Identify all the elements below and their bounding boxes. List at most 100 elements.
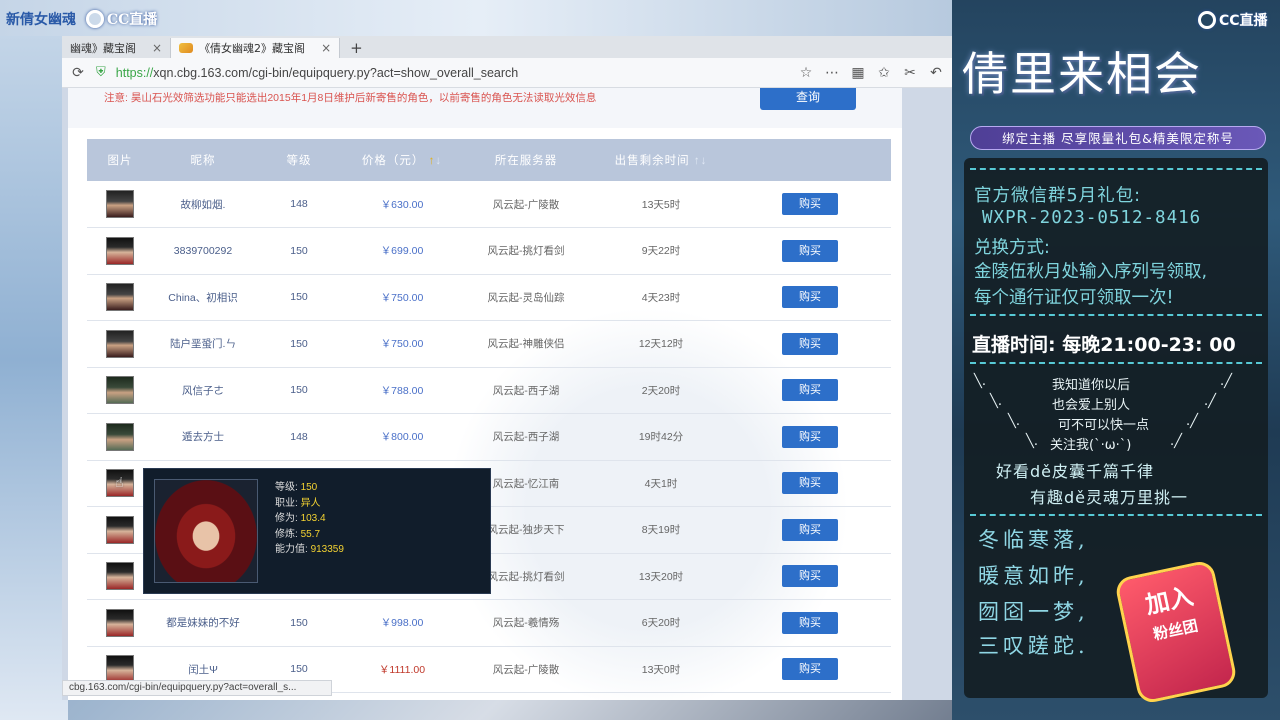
more-icon[interactable]: ⋯ — [824, 65, 840, 81]
tab-2[interactable]: 《倩女幽魂2》藏宝阁 × — [171, 38, 341, 58]
character-avatar[interactable] — [106, 329, 134, 358]
cell-price: ￥788.00 — [380, 384, 424, 397]
apps-grid-icon[interactable]: ▦ — [850, 65, 866, 81]
cell-name[interactable]: 3839700292 — [153, 228, 253, 275]
cell-time: 2天20时 — [641, 384, 681, 397]
cell-time: 4天1时 — [644, 477, 678, 490]
col-price[interactable]: 价格（元） ↑↓ — [345, 139, 459, 181]
cell-name[interactable]: China、初相识 — [153, 274, 253, 321]
reload-icon[interactable]: ⟳ — [70, 65, 86, 81]
character-avatar[interactable] — [106, 190, 134, 218]
sort-up-icon[interactable]: ↑ — [694, 155, 701, 167]
cc-logo-right-text: CC直播 — [1219, 13, 1268, 29]
buy-button[interactable]: 购买 — [782, 332, 838, 355]
cell-image — [87, 321, 153, 368]
cell-time: 8天19时 — [641, 524, 681, 537]
favorites-icon[interactable]: ✩ — [876, 65, 892, 81]
cell-action: 购买 — [729, 646, 891, 693]
poem-deco: ╲. — [990, 394, 1002, 409]
character-avatar[interactable] — [106, 422, 134, 451]
tab-1[interactable]: 幽魂》藏宝阁 × — [62, 38, 172, 58]
banner-subtitle: 绑定主播 尽享限量礼包&精美限定称号 — [970, 126, 1266, 150]
stat-class: 职业: 异人 — [275, 497, 321, 509]
cell-image — [87, 228, 153, 275]
buy-button[interactable]: 购买 — [782, 425, 838, 448]
cell-action: 购买 — [729, 600, 891, 647]
col-time[interactable]: 出售剩余时间 ↑↓ — [593, 139, 729, 181]
character-avatar[interactable] — [106, 608, 134, 637]
redeem-title: 兑换方式: — [974, 238, 1050, 258]
cell-image — [87, 414, 153, 461]
buy-button[interactable]: 购买 — [782, 518, 838, 541]
url-field[interactable]: https://xqn.cbg.163.com/cgi-bin/equipque… — [116, 66, 788, 80]
col-action — [729, 139, 891, 181]
cell-level: 150 — [290, 616, 308, 629]
table-row: 陆户垩蛩门.ㄣ 150 ￥750.00 风云起-神雕侠侣 12天12时 购买 — [87, 321, 891, 368]
verse-line-3: 囫囵一梦, — [978, 600, 1089, 624]
character-avatar[interactable] — [106, 562, 134, 591]
security-shield-icon[interactable]: ⛨ — [96, 65, 106, 80]
divider — [970, 514, 1262, 516]
scissors-icon[interactable]: ✂ — [902, 65, 918, 81]
cell-server: 风云起-西子湖 — [492, 384, 560, 397]
bookmark-star-icon[interactable]: ☆ — [798, 65, 814, 81]
cell-level: 150 — [290, 384, 308, 397]
sort-down-icon[interactable]: ↓ — [435, 155, 442, 167]
cell-name[interactable]: 陆户垩蛩门.ㄣ — [153, 321, 253, 368]
cell-server: 风云起-广陵散 — [492, 663, 560, 676]
cell-server: 风云起-西子湖 — [492, 431, 560, 444]
cell-name[interactable]: 故柳如烟. — [153, 181, 253, 228]
cell-name[interactable]: 风信子ㄜ — [153, 367, 253, 414]
buy-button[interactable]: 购买 — [782, 472, 838, 495]
undo-icon[interactable]: ↶ — [928, 65, 944, 81]
buy-button[interactable]: 购买 — [782, 658, 838, 681]
poem-deco: ╲. — [1008, 414, 1020, 429]
query-button[interactable]: 查询 — [760, 88, 856, 110]
col-server: 所在服务器 — [494, 155, 558, 167]
wechat-gift-title: 官方微信群5月礼包: — [974, 186, 1142, 206]
buy-button[interactable]: 购买 — [782, 379, 838, 402]
buy-button[interactable]: 购买 — [782, 565, 838, 588]
cell-action: 购买 — [729, 414, 891, 461]
poem-art: ╲. 我知道你以后 .╱ ╲. 也会爱上别人 .╱ ╲. 可不可以快一点 .╱ … — [974, 372, 1264, 468]
verse-line-2: 暖意如昨, — [978, 564, 1089, 588]
divider — [970, 362, 1262, 364]
col-level: 等级 — [286, 155, 312, 167]
col-time-label: 出售剩余时间 — [614, 155, 690, 167]
table-row: 故柳如烟. 148 ￥630.00 风云起-广陵散 13天5时 购买 — [87, 181, 891, 228]
cell-image — [87, 274, 153, 321]
buy-button[interactable]: 购买 — [782, 239, 838, 262]
buy-button[interactable]: 购买 — [782, 611, 838, 634]
character-avatar[interactable] — [106, 376, 134, 405]
verse-line-4: 三叹蹉跎. — [978, 634, 1089, 658]
stat-level: 等级: 150 — [275, 482, 318, 493]
cell-name[interactable]: 都是妹妹的不好 — [153, 600, 253, 647]
table-row: 都是妹妹的不好 150 ￥998.00 风云起-羲情殇 6天20时 购买 — [87, 600, 891, 647]
character-avatar[interactable] — [106, 236, 134, 265]
poem-deco: .╱ — [1170, 434, 1182, 449]
new-tab-button[interactable]: + — [340, 38, 373, 58]
character-avatar[interactable] — [106, 515, 134, 544]
buy-button[interactable]: 购买 — [782, 286, 838, 309]
cell-name[interactable]: 遁去方士 — [153, 414, 253, 461]
address-bar: ⟳ ⛨ https://xqn.cbg.163.com/cgi-bin/equi… — [62, 58, 952, 88]
tab-1-label: 幽魂》藏宝阁 — [70, 42, 136, 55]
gift-code: WXPR-2023-0512-8416 — [982, 208, 1202, 228]
table-row: 3839700292 150 ￥699.00 风云起-挑灯看剑 9天22时 购买 — [87, 228, 891, 275]
cell-time: 13天20时 — [638, 570, 684, 583]
slogan-line-2: 有趣dě灵魂万里挑一 — [1030, 488, 1189, 507]
cell-level: 150 — [290, 244, 308, 257]
verse-line-1: 冬临寒落, — [978, 528, 1089, 552]
buy-button[interactable]: 购买 — [782, 193, 838, 215]
cell-price: ￥800.00 — [380, 431, 424, 444]
cell-server: 风云起-灵岛仙踪 — [487, 291, 565, 304]
tab-strip: 幽魂》藏宝阁 × 《倩女幽魂2》藏宝阁 × + — [62, 36, 952, 58]
poem-line-1: 我知道你以后 — [1052, 378, 1131, 393]
live-time: 直播时间: 每晚21:00-23: 00 — [972, 334, 1236, 356]
tab-2-close-icon[interactable]: × — [321, 41, 331, 55]
tab-2-label: 《倩女幽魂2》藏宝阁 — [199, 42, 306, 55]
tab-1-close-icon[interactable]: × — [152, 41, 162, 55]
sort-down-icon[interactable]: ↓ — [701, 155, 708, 167]
character-avatar[interactable] — [106, 283, 134, 312]
stat-refine: 修炼: 55.7 — [275, 528, 321, 540]
